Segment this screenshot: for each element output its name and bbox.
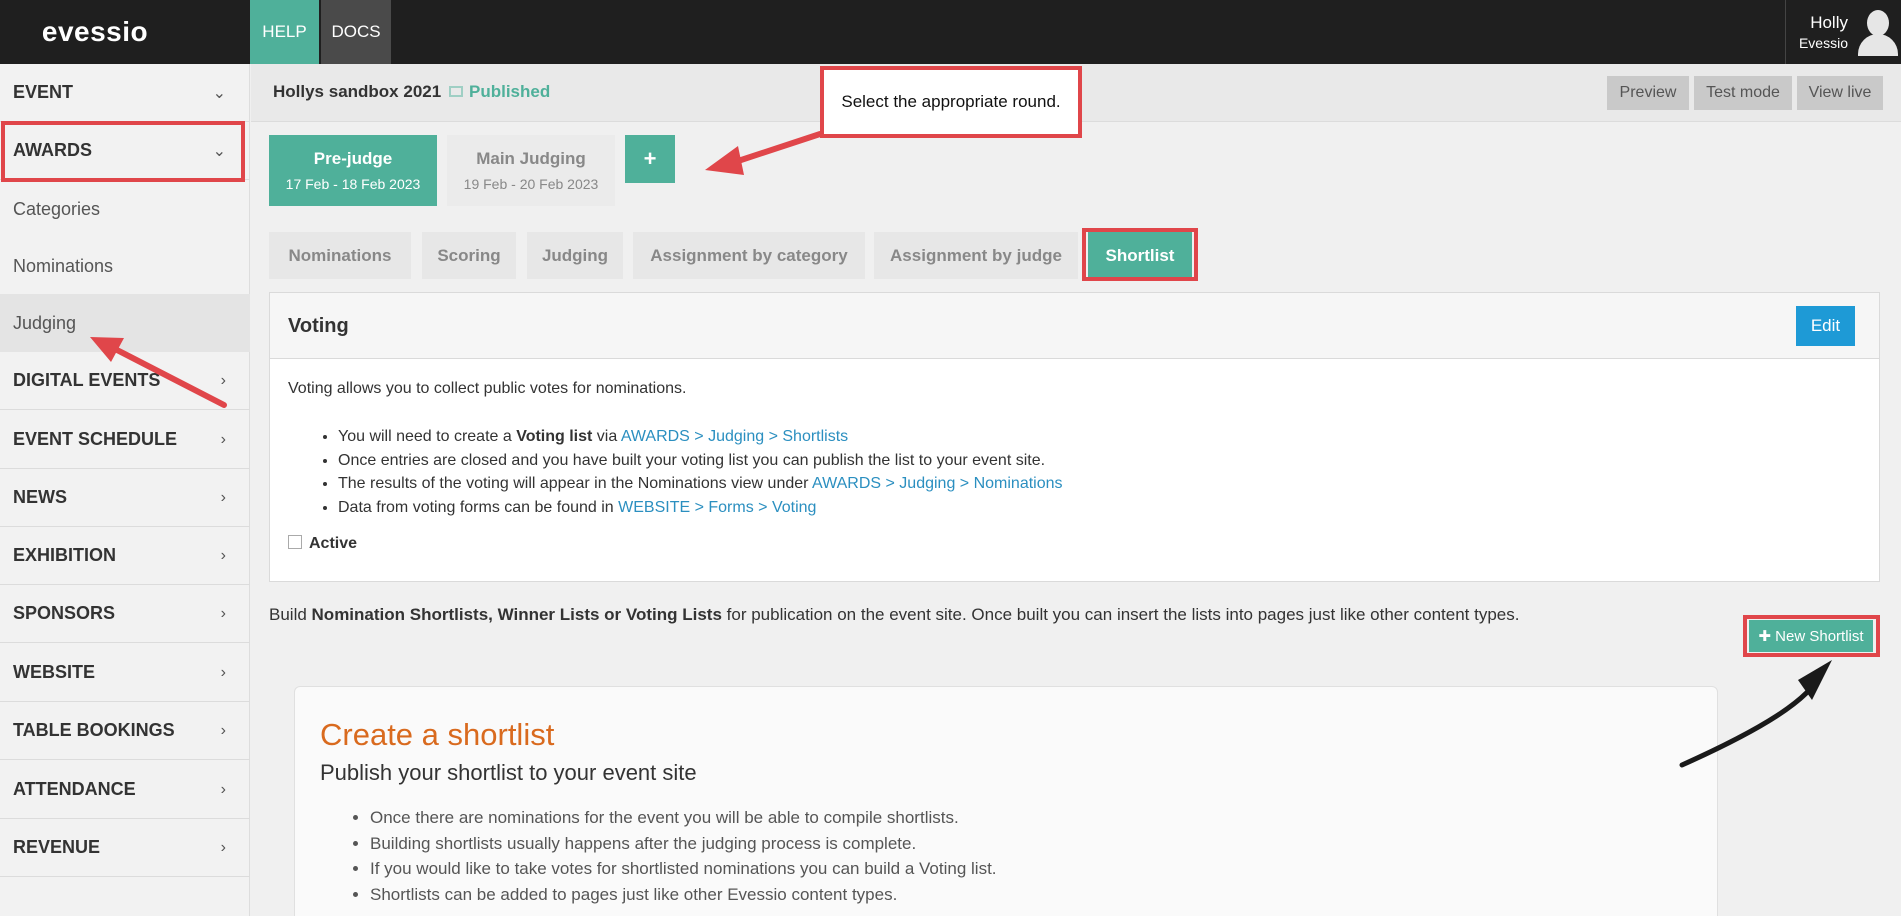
tab-judging[interactable]: Judging bbox=[527, 232, 623, 279]
test-mode-button[interactable]: Test mode bbox=[1694, 76, 1792, 110]
active-label: Active bbox=[309, 535, 358, 552]
build-description: Build Nomination Shortlists, Winner List… bbox=[269, 605, 1520, 624]
user-names: Holly Evessio bbox=[1786, 13, 1848, 51]
user-org: Evessio bbox=[1798, 35, 1848, 51]
list-item: Building shortlists usually happens afte… bbox=[370, 831, 997, 857]
voting-panel-header: Voting Edit bbox=[270, 293, 1879, 359]
list-item: Once entries are closed and you have bui… bbox=[338, 449, 1063, 473]
sidebar-item-label: NEWS bbox=[13, 487, 67, 507]
list-item: You will need to create a Voting list vi… bbox=[338, 425, 1063, 449]
sidebar-item-label: DIGITAL EVENTS bbox=[13, 370, 161, 390]
user-name: Holly bbox=[1810, 13, 1848, 32]
event-title: Hollys sandbox 2021 bbox=[273, 82, 442, 101]
round-dates: 19 Feb - 20 Feb 2023 bbox=[463, 176, 599, 192]
tab-nominations[interactable]: Nominations bbox=[269, 232, 411, 279]
evessio-logo[interactable]: evessio bbox=[0, 0, 250, 64]
sidebar-sub-nominations[interactable]: Nominations bbox=[0, 237, 250, 295]
help-tab[interactable]: HELP bbox=[250, 0, 319, 64]
round-main-judging[interactable]: Main Judging 19 Feb - 20 Feb 2023 bbox=[447, 135, 615, 206]
list-item: Data from voting forms can be found in W… bbox=[338, 496, 1063, 520]
top-bar: evessio HELP DOCS Holly Evessio bbox=[0, 0, 1901, 64]
sidebar-item-digital-events[interactable]: DIGITAL EVENTS › bbox=[0, 352, 250, 410]
edit-button[interactable]: Edit bbox=[1796, 306, 1855, 346]
create-shortlist-card: Create a shortlist Publish your shortlis… bbox=[294, 686, 1718, 916]
sidebar-item-sponsors[interactable]: SPONSORS › bbox=[0, 585, 250, 643]
sidebar-item-label: EVENT bbox=[13, 82, 74, 102]
chevron-right-icon: › bbox=[220, 604, 226, 622]
sidebar-item-awards[interactable]: AWARDS ⌄ bbox=[0, 122, 250, 180]
chevron-right-icon: › bbox=[220, 838, 226, 856]
list-item: The results of the voting will appear in… bbox=[338, 472, 1063, 496]
monitor-icon bbox=[449, 86, 463, 97]
sidebar-item-label: ATTENDANCE bbox=[13, 779, 136, 799]
chevron-right-icon: › bbox=[220, 546, 226, 564]
list-item: Once there are nominations for the event… bbox=[370, 805, 997, 831]
user-menu[interactable]: Holly Evessio bbox=[1785, 0, 1901, 64]
sidebar-item-exhibition[interactable]: EXHIBITION › bbox=[0, 527, 250, 585]
sidebar-item-event[interactable]: EVENT ⌄ bbox=[0, 64, 250, 122]
callout-select-round: Select the appropriate round. bbox=[820, 66, 1082, 138]
sidebar-item-label: SPONSORS bbox=[13, 603, 116, 623]
round-dates: 17 Feb - 18 Feb 2023 bbox=[285, 176, 421, 192]
sidebar-item-news[interactable]: NEWS › bbox=[0, 469, 250, 527]
voting-title: Voting bbox=[288, 315, 349, 337]
chevron-right-icon: › bbox=[220, 663, 226, 681]
sidebar-item-label: REVENUE bbox=[13, 837, 101, 857]
new-shortlist-button[interactable]: ✚ New Shortlist bbox=[1749, 620, 1873, 652]
chevron-down-icon: ⌄ bbox=[212, 142, 226, 160]
card-bullet-list: Once there are nominations for the event… bbox=[370, 805, 997, 907]
sidebar-item-label: WEBSITE bbox=[13, 662, 96, 682]
sidebar-item-revenue[interactable]: REVENUE › bbox=[0, 819, 250, 877]
docs-tab[interactable]: DOCS bbox=[321, 0, 391, 64]
sidebar-item-website[interactable]: WEBSITE › bbox=[0, 644, 250, 702]
tab-scoring[interactable]: Scoring bbox=[422, 232, 516, 279]
voting-info-list: You will need to create a Voting list vi… bbox=[338, 425, 1063, 519]
sidebar: EVENT ⌄ AWARDS ⌄ Categories Nominations … bbox=[0, 64, 250, 916]
preview-button[interactable]: Preview bbox=[1607, 76, 1689, 110]
tab-shortlist[interactable]: Shortlist bbox=[1088, 232, 1192, 279]
sidebar-item-label: AWARDS bbox=[13, 140, 93, 160]
top-nav: HELP DOCS bbox=[250, 0, 391, 64]
avatar-icon[interactable] bbox=[1856, 8, 1900, 56]
round-pre-judge[interactable]: Pre-judge 17 Feb - 18 Feb 2023 bbox=[269, 135, 437, 206]
sidebar-item-event-schedule[interactable]: EVENT SCHEDULE › bbox=[0, 411, 250, 469]
arrow-to-round-icon bbox=[705, 131, 823, 175]
active-checkbox[interactable] bbox=[288, 535, 302, 549]
active-row: Active bbox=[288, 535, 357, 553]
tab-assignment-by-judge[interactable]: Assignment by judge bbox=[874, 232, 1078, 279]
list-item: Shortlists can be added to pages just li… bbox=[370, 882, 997, 908]
tab-assignment-by-category[interactable]: Assignment by category bbox=[633, 232, 865, 279]
chevron-right-icon: › bbox=[220, 371, 226, 389]
chevron-right-icon: › bbox=[220, 721, 226, 739]
chevron-down-icon: ⌄ bbox=[212, 84, 226, 102]
sidebar-sub-categories[interactable]: Categories bbox=[0, 180, 250, 238]
card-title: Create a shortlist bbox=[320, 717, 555, 752]
voting-panel: Voting Edit Voting allows you to collect… bbox=[269, 292, 1880, 582]
awards-nominations-link[interactable]: AWARDS > Judging > Nominations bbox=[812, 475, 1062, 492]
chevron-right-icon: › bbox=[220, 780, 226, 798]
sidebar-sub-judging[interactable]: Judging bbox=[0, 294, 250, 352]
sidebar-item-attendance[interactable]: ATTENDANCE › bbox=[0, 761, 250, 819]
website-forms-voting-link[interactable]: WEBSITE > Forms > Voting bbox=[618, 499, 816, 516]
card-subtitle: Publish your shortlist to your event sit… bbox=[320, 760, 697, 785]
voting-intro: Voting allows you to collect public vote… bbox=[288, 380, 687, 397]
round-title: Main Judging bbox=[476, 149, 586, 168]
sidebar-item-label: EVENT SCHEDULE bbox=[13, 429, 178, 449]
list-item: If you would like to take votes for shor… bbox=[370, 856, 997, 882]
round-title: Pre-judge bbox=[313, 149, 393, 168]
view-live-button[interactable]: View live bbox=[1797, 76, 1883, 110]
chevron-right-icon: › bbox=[220, 488, 226, 506]
awards-shortlists-link[interactable]: AWARDS > Judging > Shortlists bbox=[621, 428, 848, 445]
status-badge: Published bbox=[449, 82, 550, 102]
sidebar-item-table-bookings[interactable]: TABLE BOOKINGS › bbox=[0, 702, 250, 760]
sidebar-item-label: EXHIBITION bbox=[13, 545, 117, 565]
add-round-button[interactable]: + bbox=[625, 135, 675, 183]
chevron-right-icon: › bbox=[220, 430, 226, 448]
sidebar-item-label: TABLE BOOKINGS bbox=[13, 720, 175, 740]
